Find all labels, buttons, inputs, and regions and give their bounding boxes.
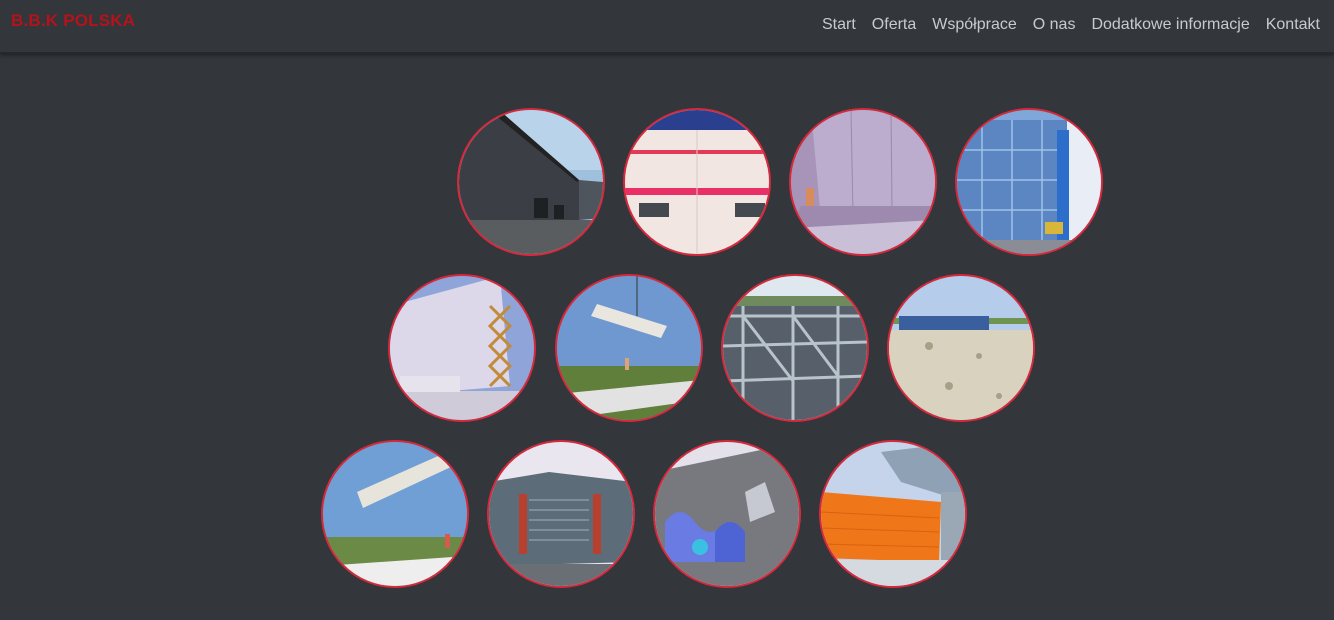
photo-steel-frame (723, 276, 867, 420)
main-menu: Start Oferta Współprace O nas Dodatkowe … (822, 16, 1320, 34)
nav-link-dodatkowe-informacje[interactable]: Dodatkowe informacje (1091, 16, 1249, 33)
gallery-photo-3[interactable] (789, 108, 937, 256)
photo-louvre-building (489, 442, 633, 586)
gallery-photo-8[interactable] (887, 274, 1035, 422)
nav-item-oferta: Oferta (872, 16, 916, 34)
photo-orange-facade (821, 442, 965, 586)
gallery-photo-2[interactable] (623, 108, 771, 256)
nav-link-kontakt[interactable]: Kontakt (1266, 16, 1320, 33)
nav-link-wspolprace[interactable]: Współprace (932, 16, 1016, 33)
gallery-photo-1[interactable] (457, 108, 605, 256)
photo-flat-roof (889, 276, 1033, 420)
gallery-photo-4[interactable] (955, 108, 1103, 256)
nav-item-dodatkowe: Dodatkowe informacje (1091, 16, 1249, 34)
photo-graffiti-wall (655, 442, 799, 586)
nav-item-wspolprace: Współprace (932, 16, 1016, 34)
photo-crane-panel (557, 276, 701, 420)
photo-white-wall-red-stripe (625, 110, 769, 254)
nav-item-kontakt: Kontakt (1266, 16, 1320, 34)
gallery-photo-7[interactable] (721, 274, 869, 422)
nav-link-start[interactable]: Start (822, 16, 856, 33)
nav-link-oferta[interactable]: Oferta (872, 16, 916, 33)
nav-item-o-nas: O nas (1033, 16, 1076, 34)
photo-worker-panels (791, 110, 935, 254)
nav-item-start: Start (822, 16, 856, 34)
photo-scissor-lift (390, 276, 534, 420)
gallery-photo-9[interactable] (321, 440, 469, 588)
gallery-photo-11[interactable] (653, 440, 801, 588)
gallery-photo-12[interactable] (819, 440, 967, 588)
gallery-photo-5[interactable] (388, 274, 536, 422)
brand-logo-link[interactable]: B.B.K POLSKA (11, 11, 135, 31)
nav-link-o-nas[interactable]: O nas (1033, 16, 1076, 33)
top-navbar: B.B.K POLSKA Start Oferta Współprace O n… (0, 0, 1334, 54)
photo-crane-field (323, 442, 467, 586)
photo-blue-racking (957, 110, 1101, 254)
photo-dark-warehouse (459, 110, 603, 254)
gallery-photo-10[interactable] (487, 440, 635, 588)
gallery-photo-6[interactable] (555, 274, 703, 422)
